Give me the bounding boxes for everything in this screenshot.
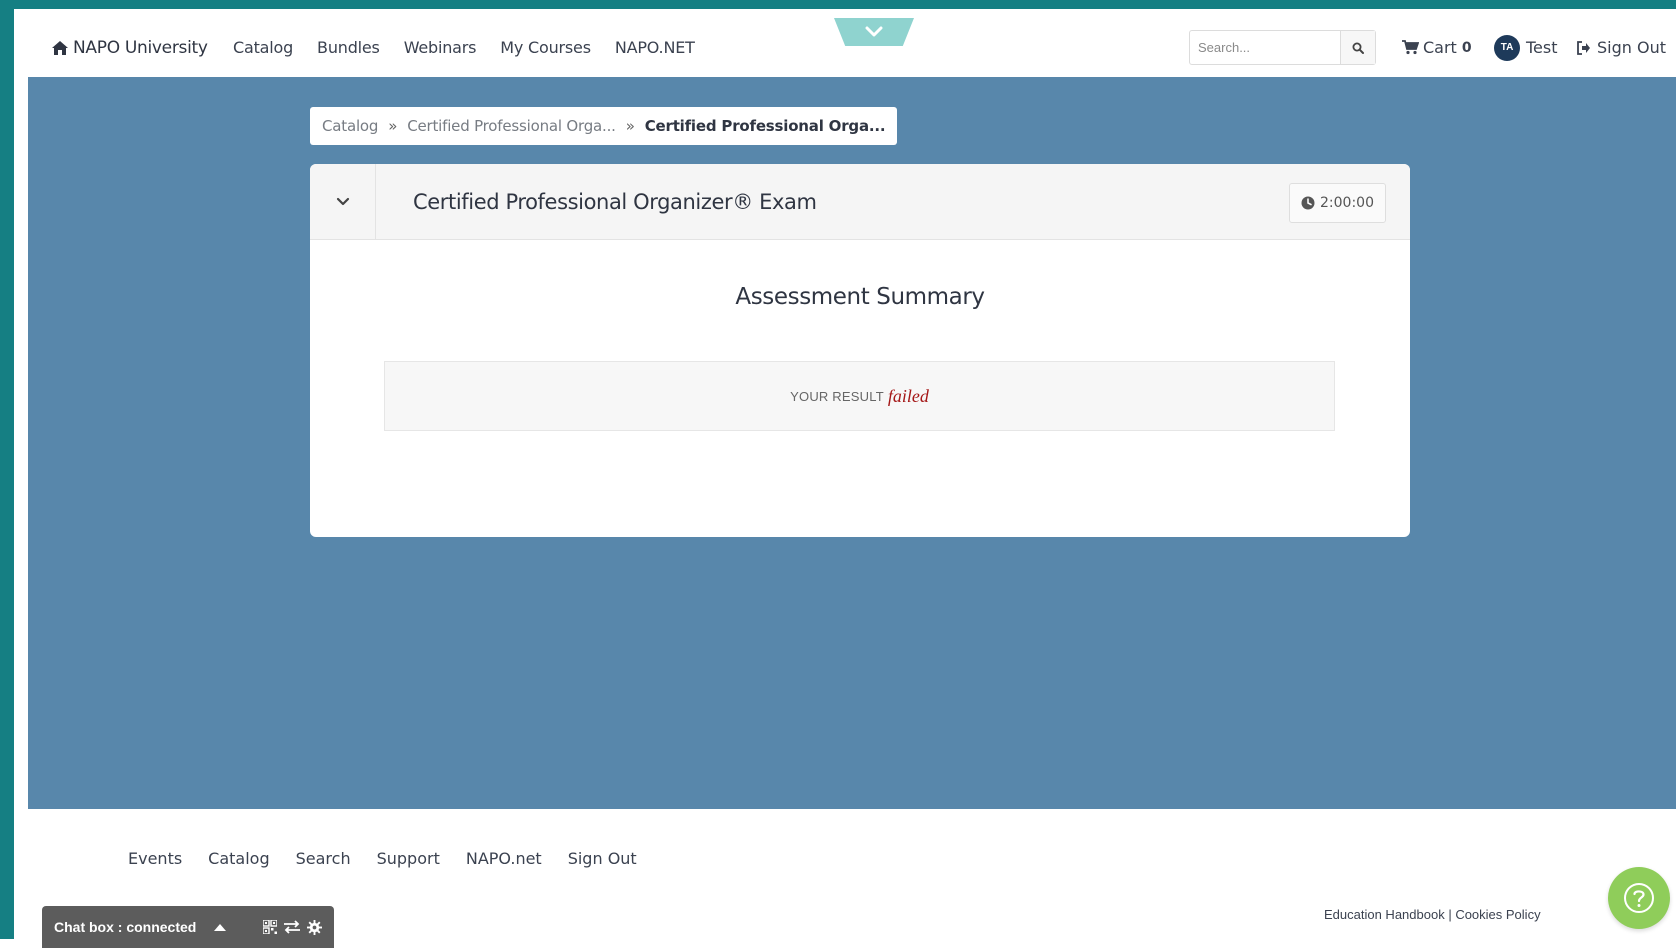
footer-links: Events Catalog Search Support NAPO.net S… xyxy=(128,849,663,868)
search-box xyxy=(1189,30,1376,65)
exam-title: Certified Professional Organizer® Exam xyxy=(413,190,817,214)
breadcrumb-separator-icon: » xyxy=(625,117,635,135)
top-navbar: NAPO University Catalog Bundles Webinars… xyxy=(28,18,1676,77)
main-content: Catalog » Certified Professional Orga...… xyxy=(28,77,1676,809)
question-circle-icon xyxy=(1624,883,1654,913)
brand-label: NAPO University xyxy=(73,37,208,58)
footer: Events Catalog Search Support NAPO.net S… xyxy=(28,809,1676,948)
collapse-button[interactable] xyxy=(310,164,376,240)
nav-webinars[interactable]: Webinars xyxy=(404,38,477,57)
chat-box-bar[interactable]: Chat box : connected xyxy=(42,906,334,948)
nav-napo-net[interactable]: NAPO.NET xyxy=(615,38,695,57)
footer-link-events[interactable]: Events xyxy=(128,849,182,868)
breadcrumb-separator-icon: » xyxy=(388,117,398,135)
nav-catalog[interactable]: Catalog xyxy=(233,38,293,57)
breadcrumb-program[interactable]: Certified Professional Orga... xyxy=(407,117,616,135)
cart-count: 0 xyxy=(1461,39,1472,56)
education-handbook-link[interactable]: Education Handbook xyxy=(1324,907,1445,922)
caret-up-icon[interactable] xyxy=(214,923,227,931)
exam-header: Certified Professional Organizer® Exam 2… xyxy=(310,164,1410,240)
legal-divider: | xyxy=(1444,907,1456,922)
chat-tools xyxy=(263,919,322,935)
cart-label: Cart xyxy=(1423,38,1457,57)
exam-card: Certified Professional Organizer® Exam 2… xyxy=(310,164,1410,537)
swap-icon[interactable] xyxy=(283,920,301,934)
cart-link[interactable]: Cart 0 xyxy=(1402,18,1472,77)
cookies-policy-link[interactable]: Cookies Policy xyxy=(1455,907,1540,922)
legal-links: Education Handbook | Cookies Policy xyxy=(1324,907,1541,922)
result-box: YOUR RESULT failed xyxy=(384,361,1335,431)
footer-link-napo-net[interactable]: NAPO.net xyxy=(466,849,542,868)
chevron-down-icon xyxy=(336,197,349,206)
sign-out-icon xyxy=(1577,40,1590,55)
nav-bundles[interactable]: Bundles xyxy=(317,38,380,57)
main-nav: Catalog Bundles Webinars My Courses NAPO… xyxy=(233,18,719,77)
result-label: YOUR RESULT xyxy=(790,388,884,404)
sign-out-link[interactable]: Sign Out xyxy=(1576,18,1666,77)
gear-icon[interactable] xyxy=(307,919,322,935)
footer-link-support[interactable]: Support xyxy=(377,849,440,868)
exam-timer: 2:00:00 xyxy=(1289,183,1386,223)
user-menu[interactable]: TA Test xyxy=(1494,18,1558,77)
timer-value: 2:00:00 xyxy=(1320,195,1374,211)
breadcrumb-current: Certified Professional Orga... xyxy=(644,117,886,135)
assessment-summary-title: Assessment Summary xyxy=(735,284,985,310)
brand-link[interactable]: NAPO University xyxy=(52,18,208,77)
search-input[interactable] xyxy=(1190,31,1340,64)
footer-link-search[interactable]: Search xyxy=(296,849,351,868)
result-value: failed xyxy=(887,385,929,406)
breadcrumb: Catalog » Certified Professional Orga...… xyxy=(310,107,898,145)
dropdown-toggle-tab[interactable] xyxy=(834,18,914,46)
footer-link-catalog[interactable]: Catalog xyxy=(208,849,269,868)
qr-code-icon[interactable] xyxy=(263,920,277,934)
home-icon xyxy=(52,40,68,55)
search-button[interactable] xyxy=(1340,31,1375,64)
app-frame: NAPO University Catalog Bundles Webinars… xyxy=(0,0,1676,948)
avatar: TA xyxy=(1494,34,1520,61)
chat-status-label: Chat box : connected xyxy=(54,919,197,935)
chevron-down-icon xyxy=(865,26,883,37)
cart-icon xyxy=(1402,40,1419,55)
nav-my-courses[interactable]: My Courses xyxy=(500,38,591,57)
breadcrumb-catalog[interactable]: Catalog xyxy=(322,117,378,135)
help-button[interactable] xyxy=(1608,867,1670,929)
search-icon xyxy=(1352,42,1364,54)
clock-icon xyxy=(1301,196,1315,210)
user-name: Test xyxy=(1526,38,1558,57)
sign-out-label: Sign Out xyxy=(1597,38,1666,57)
footer-link-sign-out[interactable]: Sign Out xyxy=(568,849,637,868)
